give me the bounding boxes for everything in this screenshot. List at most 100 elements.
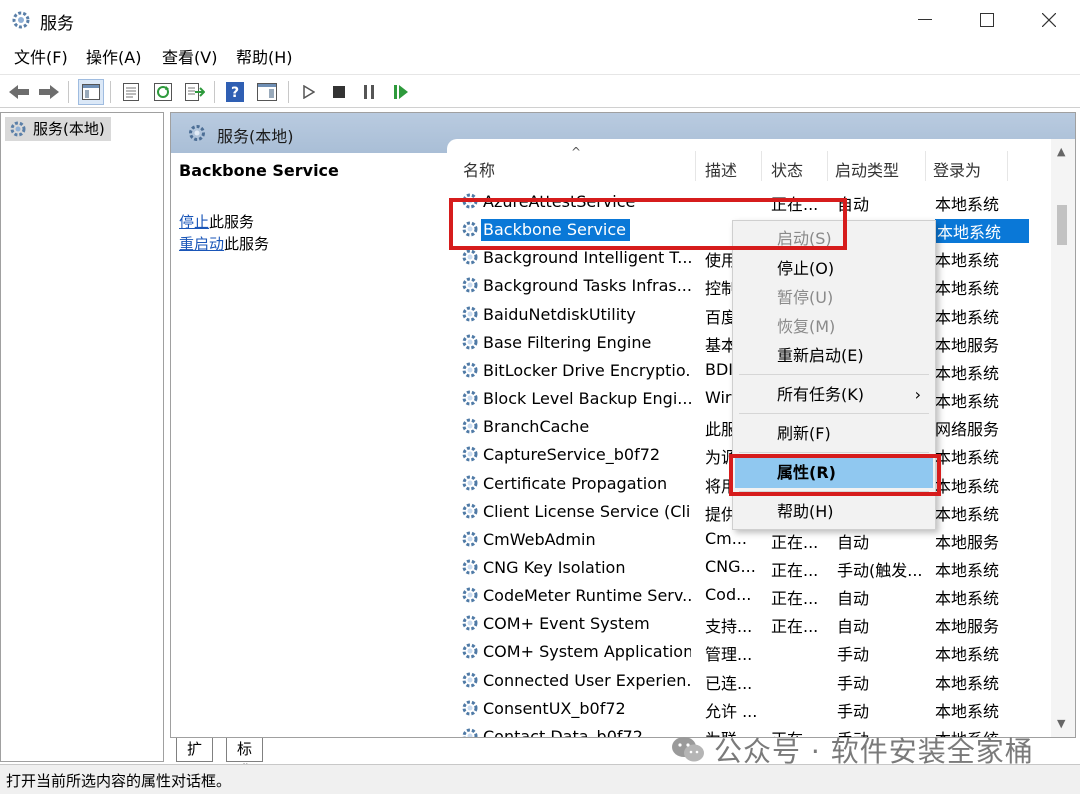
cell-name: Contact Data_b0f72 <box>481 726 691 738</box>
cell-name: BaiduNetdiskUtility <box>481 304 691 326</box>
stop-service-link[interactable]: 停止 <box>179 213 209 231</box>
toolbar-separator <box>214 81 215 103</box>
menu-item-resume[interactable]: 恢复(M) <box>735 312 933 342</box>
menu-item-all-tasks[interactable]: 所有任务(K) › <box>735 380 933 410</box>
column-header-startup-type[interactable]: 启动类型 <box>835 157 899 181</box>
service-name: Connected User Experien... <box>483 670 691 690</box>
cell-logon-as: 本地系统 <box>935 645 1000 665</box>
back-arrow-icon[interactable] <box>6 79 32 105</box>
tab-standard[interactable]: 标准 <box>226 738 264 780</box>
menu-item-properties[interactable]: 属性(R) <box>735 458 933 488</box>
table-row[interactable]: CodeMeter Runtime Serv... Cod... 正在... 自动 本地… <box>459 581 1033 609</box>
cell-description: 允许 ... <box>705 701 758 721</box>
menu-item-start[interactable]: 启动(S) <box>735 224 933 254</box>
vertical-scrollbar[interactable]: ▲ ▼ <box>1051 139 1075 737</box>
export-list-icon[interactable] <box>182 79 208 105</box>
cell-logon-as: 本地服务 <box>935 617 1000 637</box>
service-name: Background Tasks Infras... <box>483 276 691 296</box>
menu-item-restart[interactable]: 重新启动(E) <box>735 341 933 371</box>
column-separator <box>761 151 762 181</box>
column-header-status[interactable]: 状态 <box>771 157 803 181</box>
show-hide-console-tree-icon[interactable] <box>78 79 104 105</box>
table-row[interactable]: Connected User Experien... 已连... 手动 本地系统 <box>459 666 1033 694</box>
service-gear-icon <box>461 502 479 524</box>
tab-extended[interactable]: 扩展 <box>176 738 214 780</box>
minimize-icon <box>918 19 932 20</box>
cell-logon-as: 网络服务 <box>935 420 1000 440</box>
column-header-description[interactable]: 描述 <box>705 157 737 181</box>
close-button[interactable] <box>1018 0 1080 40</box>
cell-name: COM+ Event System <box>481 613 691 635</box>
cell-logon-as: 本地服务 <box>935 532 1000 552</box>
menu-item-stop[interactable]: 停止(O) <box>735 254 933 284</box>
scroll-up-icon[interactable]: ▲ <box>1057 145 1065 158</box>
menu-view[interactable]: 查看(V) <box>162 44 217 68</box>
cell-logon-as: 本地系统 <box>935 701 1000 721</box>
resume-service-icon[interactable] <box>388 79 414 105</box>
refresh-icon[interactable] <box>150 79 176 105</box>
service-name: Client License Service (Cli... <box>483 501 691 521</box>
cell-name: Backbone Service <box>481 219 691 242</box>
menu-item-help[interactable]: 帮助(H) <box>735 497 933 527</box>
service-name: CaptureService_b0f72 <box>483 445 661 465</box>
cell-name: Background Intelligent T... <box>481 247 691 269</box>
service-name: CmWebAdmin <box>483 529 596 549</box>
submenu-arrow-icon: › <box>914 385 921 404</box>
services-gear-icon <box>187 123 207 147</box>
menu-action[interactable]: 操作(A) <box>86 44 141 68</box>
status-text: 打开当前所选内容的属性对话框。 <box>6 772 232 790</box>
services-gear-icon <box>9 120 27 145</box>
cell-logon-as: 本地系统 <box>935 589 1000 609</box>
service-name: COM+ System Application <box>483 642 691 662</box>
service-name: Backbone Service <box>481 219 630 242</box>
cell-logon-as: 本地系统 <box>935 279 1000 299</box>
svg-text:?: ? <box>231 85 239 101</box>
cell-startup-type: 自动 <box>837 195 870 214</box>
service-name: ConsentUX_b0f72 <box>483 698 626 718</box>
pause-service-icon[interactable] <box>356 79 382 105</box>
table-row[interactable]: COM+ System Application 管理... 手动 本地系统 <box>459 637 1033 665</box>
table-row[interactable]: AzureAttestService 正在... 自动 本地系统 <box>459 187 1033 215</box>
watermark: 公众号 · 软件安装全家桶 <box>670 730 1034 770</box>
cell-logon-as: 本地服务 <box>935 335 1000 355</box>
maximize-button[interactable] <box>956 0 1018 40</box>
cell-name: CodeMeter Runtime Serv... <box>481 585 691 607</box>
scrollbar-thumb[interactable] <box>1057 205 1067 245</box>
cell-logon-as: 本地系统 <box>935 219 1029 244</box>
cell-name: CmWebAdmin <box>481 529 691 551</box>
tree-item-label: 服务(本地) <box>33 120 105 138</box>
table-row[interactable]: ConsentUX_b0f72 允许 ... 手动 本地系统 <box>459 694 1033 722</box>
menu-help[interactable]: 帮助(H) <box>236 44 293 68</box>
pane-header-title: 服务(本地) <box>217 127 294 146</box>
service-gear-icon <box>461 586 479 608</box>
help-icon[interactable]: ? <box>222 79 248 105</box>
cell-status: 正在... <box>771 532 819 552</box>
menu-file[interactable]: 文件(F) <box>14 44 68 68</box>
table-row[interactable]: CNG Key Isolation CNG... 正在... 手动(触发... 本地系统 <box>459 553 1033 581</box>
show-hide-action-pane-icon[interactable] <box>254 79 280 105</box>
minimize-button[interactable] <box>894 0 956 40</box>
cell-startup-type: 手动 <box>837 645 870 665</box>
cell-status: 正在... <box>771 589 819 609</box>
start-service-icon[interactable] <box>296 79 322 105</box>
console-tree: 服务(本地) <box>0 112 164 762</box>
toolbar: ? <box>0 74 1080 108</box>
stop-service-icon[interactable] <box>326 79 352 105</box>
scroll-down-icon[interactable]: ▼ <box>1057 717 1065 730</box>
column-header-name[interactable]: 名称 <box>463 157 495 181</box>
menu-item-pause[interactable]: 暂停(U) <box>735 283 933 313</box>
menu-item-refresh[interactable]: 刷新(F) <box>735 419 933 449</box>
properties-icon[interactable] <box>118 79 144 105</box>
column-separator <box>925 151 926 181</box>
service-name: Contact Data_b0f72 <box>483 726 643 738</box>
service-name: Block Level Backup Engi... <box>483 389 691 409</box>
table-row[interactable]: COM+ Event System 支持... 正在... 自动 本地服务 <box>459 609 1033 637</box>
cell-logon-as: 本地系统 <box>935 195 1000 214</box>
service-name: CNG Key Isolation <box>483 557 626 577</box>
column-header-logon-as[interactable]: 登录为 <box>933 157 981 181</box>
forward-arrow-icon[interactable] <box>36 79 62 105</box>
tree-item-services-local[interactable]: 服务(本地) <box>5 117 111 141</box>
service-name: COM+ Event System <box>483 614 650 634</box>
restart-service-link[interactable]: 重启动 <box>179 235 224 253</box>
service-gear-icon <box>461 276 479 298</box>
